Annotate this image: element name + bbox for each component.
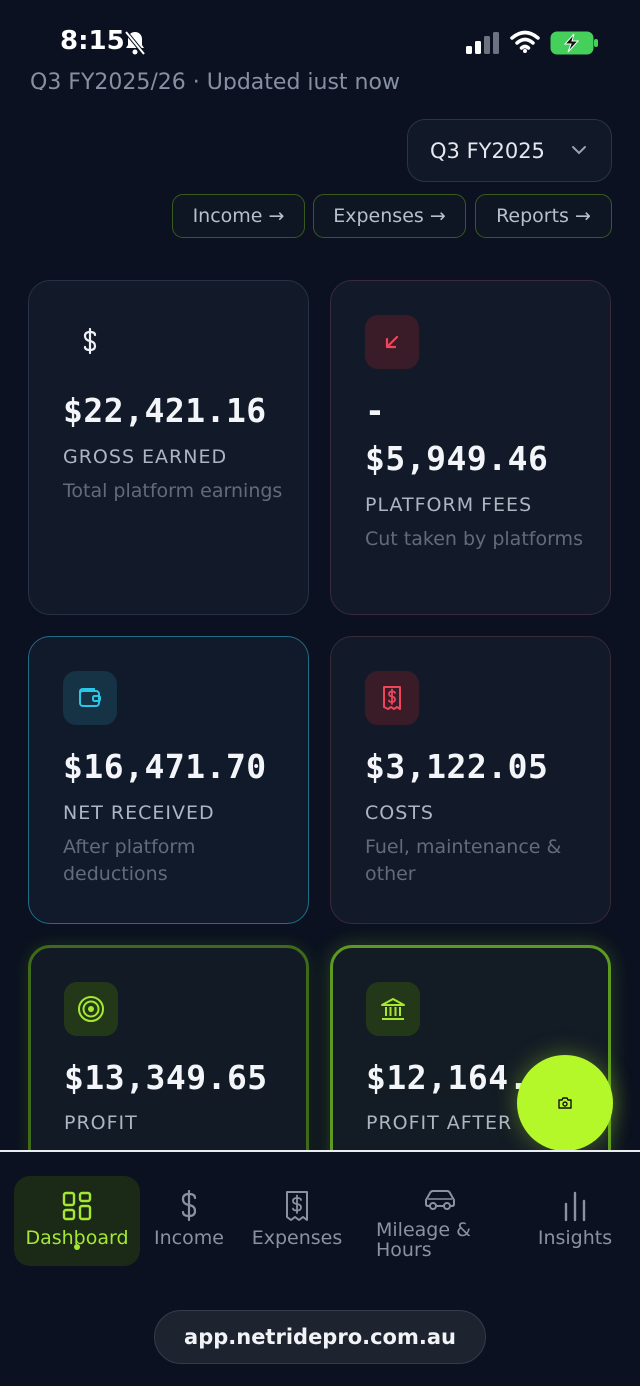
bell-muted-icon bbox=[124, 30, 146, 56]
dollar-icon bbox=[181, 1190, 197, 1222]
costs-value: $3,122.05 bbox=[365, 747, 549, 786]
arrow-down-left-icon bbox=[365, 315, 419, 369]
profit-value: $13,349.65 bbox=[64, 1058, 268, 1097]
car-icon bbox=[425, 1190, 455, 1210]
net-received-card[interactable]: $16,471.70 NET RECEIVED After platform d… bbox=[28, 636, 309, 924]
nav-income-label: Income bbox=[154, 1227, 224, 1249]
profit-after-value: $12,164. bbox=[366, 1058, 529, 1097]
costs-card[interactable]: $3,122.05 COSTS Fuel, maintenance & othe… bbox=[330, 636, 611, 924]
gross-earned-value: $22,421.16 bbox=[63, 391, 267, 430]
bar-chart-icon bbox=[564, 1191, 586, 1222]
platform-fees-desc: Cut taken by platforms bbox=[365, 528, 583, 550]
chevron-down-icon bbox=[572, 146, 586, 155]
battery-charging-icon bbox=[550, 31, 598, 55]
net-received-label: NET RECEIVED bbox=[63, 802, 215, 824]
signal-icon bbox=[466, 32, 499, 54]
gross-earned-desc: Total platform earnings bbox=[63, 480, 283, 502]
grid-icon bbox=[62, 1191, 92, 1221]
period-subtitle: Q3 FY2025/26 · Updated just now bbox=[30, 70, 400, 90]
platform-fees-sign: - bbox=[365, 391, 386, 430]
nav-expenses-label: Expenses bbox=[251, 1227, 343, 1249]
platform-fees-value: $5,949.46 bbox=[365, 439, 549, 478]
costs-label: COSTS bbox=[365, 802, 434, 824]
nav-mileage-hours[interactable]: Mileage & Hours bbox=[372, 1174, 508, 1264]
receipt-icon bbox=[365, 671, 419, 725]
profit-label: PROFIT bbox=[64, 1112, 138, 1134]
gross-earned-label: GROSS EARNED bbox=[63, 446, 228, 468]
nav-dashboard[interactable]: Dashboard bbox=[14, 1176, 140, 1266]
wifi-icon bbox=[510, 30, 540, 53]
nav-insights-label: Insights bbox=[537, 1227, 613, 1249]
nav-expenses[interactable]: Expenses bbox=[244, 1176, 350, 1266]
nav-income[interactable]: Income bbox=[146, 1176, 232, 1266]
wallet-icon bbox=[63, 671, 117, 725]
quarter-select-value: Q3 FY2025 bbox=[430, 138, 545, 163]
status-time: 8:15 bbox=[60, 26, 125, 56]
net-received-value: $16,471.70 bbox=[63, 747, 267, 786]
bank-icon bbox=[366, 982, 420, 1036]
dollar-icon bbox=[63, 315, 117, 369]
nav-mileage-hours-label: Mileage & Hours bbox=[376, 1219, 471, 1261]
platform-fees-label: PLATFORM FEES bbox=[365, 494, 533, 516]
expenses-link[interactable]: Expenses → bbox=[313, 194, 466, 238]
gross-earned-card[interactable]: $22,421.16 GROSS EARNED Total platform e… bbox=[28, 280, 309, 615]
target-icon bbox=[64, 982, 118, 1036]
browser-url-bar[interactable]: app.netridepro.com.au bbox=[154, 1310, 486, 1364]
profit-after-label: PROFIT AFTER bbox=[366, 1112, 513, 1134]
receipt-icon bbox=[286, 1191, 308, 1221]
scan-receipt-button[interactable] bbox=[517, 1055, 613, 1151]
camera-icon bbox=[558, 1097, 572, 1109]
bottom-nav: Dashboard Income Expenses Mileage & Hour… bbox=[0, 1150, 640, 1386]
platform-fees-card[interactable]: - $5,949.46 PLATFORM FEES Cut taken by p… bbox=[330, 280, 611, 615]
costs-desc: Fuel, maintenance & other bbox=[365, 836, 562, 885]
quarter-select[interactable]: Q3 FY2025 bbox=[407, 119, 612, 182]
active-dot bbox=[74, 1244, 80, 1250]
income-link[interactable]: Income → bbox=[172, 194, 305, 238]
nav-insights[interactable]: Insights bbox=[530, 1176, 620, 1266]
reports-link[interactable]: Reports → bbox=[475, 194, 612, 238]
net-received-desc: After platform deductions bbox=[63, 836, 196, 885]
